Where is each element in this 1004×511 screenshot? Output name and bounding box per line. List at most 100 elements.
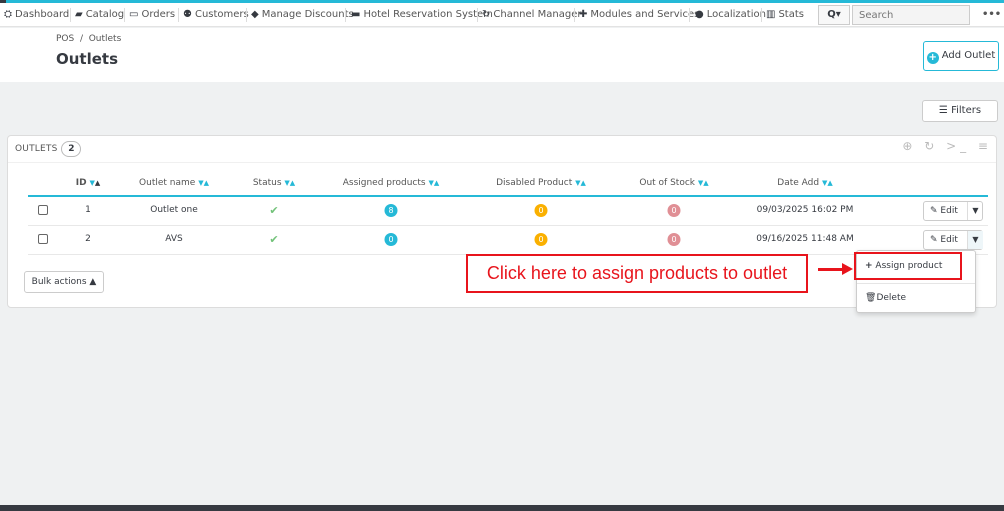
column-label: Assigned products: [342, 178, 426, 188]
top-navigation: ⛭ Dashboard ▰ Catalog ▭ Orders ⚉ Customers ◆…: [0, 3, 1004, 27]
cell-disabled-product: 0: [534, 204, 548, 217]
nav-separator: [70, 8, 71, 22]
row-checkbox[interactable]: [38, 234, 48, 244]
cell-date-add: 09/03/2025 16:02 PM: [756, 205, 854, 215]
cell-id: 2: [85, 234, 91, 244]
search-input[interactable]: [852, 5, 970, 25]
nav-item-stats[interactable]: ▥ Stats: [766, 7, 804, 23]
cell-out-of-stock: 0: [667, 233, 681, 246]
nav-separator: [178, 8, 179, 22]
book-icon: ▰: [75, 9, 83, 20]
table-row: 2 AVS ✔ 0 0 0 09/16/2025 11:48 AM ✎ Edit…: [28, 226, 988, 255]
nav-label: Catalog: [85, 9, 125, 20]
refresh-icon: ↻: [482, 9, 491, 20]
caret-down-icon[interactable]: ▼: [967, 231, 983, 249]
sort-icons[interactable]: ▼▲: [284, 179, 295, 187]
panel-header-divider: [8, 162, 996, 163]
bottom-bar: [0, 505, 1004, 511]
nav-item-modules-and-services[interactable]: ✚ Modules and Services: [579, 7, 699, 23]
nav-label: Orders: [141, 9, 176, 20]
column-header-outlet-name[interactable]: Outlet name ▼▲: [139, 178, 209, 188]
sort-icons[interactable]: ▼▲: [698, 179, 709, 187]
users-icon: ⚉: [183, 9, 192, 20]
panel-title-text: OUTLETS: [15, 144, 58, 154]
bed-icon: ▬: [351, 9, 361, 20]
more-menu-icon[interactable]: •••: [982, 9, 1001, 20]
column-header-date-add[interactable]: Date Add ▼▲: [777, 178, 832, 188]
column-header-disabled-product[interactable]: Disabled Product ▼▲: [496, 178, 586, 188]
column-header-out-of-stock[interactable]: Out of Stock ▼▲: [639, 178, 708, 188]
disabled-count-badge: 0: [534, 233, 548, 246]
bulk-actions-button[interactable]: Bulk actions ▲: [24, 271, 104, 293]
nav-separator: [246, 8, 247, 22]
disabled-count-badge: 0: [534, 204, 548, 217]
tag-icon: ◆: [251, 9, 259, 20]
nav-separator: [124, 8, 125, 22]
delete-menu-item[interactable]: 🗑Delete: [865, 293, 906, 303]
assigned-count-badge: 8: [384, 204, 398, 217]
nav-label: Localization: [706, 9, 766, 20]
nav-label: Customers: [194, 9, 249, 20]
sort-icons[interactable]: ▼▲: [822, 179, 833, 187]
nav-item-manage-discounts[interactable]: ◆ Manage Discounts: [251, 7, 354, 23]
puzzle-icon: ✚: [579, 9, 588, 20]
caret-down-icon[interactable]: ▼: [967, 202, 983, 220]
nav-separator: [761, 8, 762, 22]
edit-text: Edit: [940, 206, 958, 216]
cell-disabled-product: 0: [534, 233, 548, 246]
sliders-icon: ☰: [938, 105, 952, 116]
nav-item-localization[interactable]: ● Localization: [695, 7, 766, 23]
edit-button[interactable]: ✎ Edit ▼: [923, 230, 983, 250]
edit-label: ✎ Edit: [930, 202, 958, 220]
dropdown-divider: [857, 283, 975, 284]
filters-button[interactable]: ☰ Filters: [922, 100, 998, 122]
nav-item-channel-manager[interactable]: ↻ Channel Manager: [482, 7, 581, 23]
column-label: Out of Stock: [639, 178, 695, 188]
globe-icon: ●: [695, 9, 704, 20]
callout-arrow: [818, 268, 844, 271]
column-header-assigned-products[interactable]: Assigned products ▼▲: [343, 178, 440, 188]
out-of-stock-badge: 0: [667, 204, 681, 217]
instruction-callout: Click here to assign products to outlet: [466, 254, 808, 293]
column-label: Status: [252, 178, 282, 188]
pencil-icon: ✎: [930, 235, 938, 245]
sort-icons[interactable]: ▼▲: [428, 179, 439, 187]
breadcrumb: POS / Outlets: [56, 34, 122, 44]
nav-item-customers[interactable]: ⚉ Customers: [183, 7, 249, 23]
column-header-status[interactable]: Status ▼▲: [253, 178, 295, 188]
nav-item-catalog[interactable]: ▰ Catalog: [75, 7, 124, 23]
column-header-id[interactable]: ID ▼▲: [76, 178, 100, 188]
sort-icons[interactable]: ▼▲: [198, 179, 209, 187]
sort-icons[interactable]: ▼▲: [575, 179, 586, 187]
nav-item-dashboard[interactable]: ⛭ Dashboard: [4, 7, 69, 23]
credit-card-icon: ▭: [129, 9, 139, 20]
nav-item-orders[interactable]: ▭ Orders: [129, 7, 175, 23]
nav-item-hotel-reservation-system[interactable]: ▬ Hotel Reservation System: [351, 7, 493, 23]
edit-button[interactable]: ✎ Edit ▼: [923, 201, 983, 221]
nav-label: Stats: [778, 9, 804, 20]
cell-outlet-name: AVS: [165, 234, 183, 244]
row-checkbox[interactable]: [38, 205, 48, 215]
status-check-icon[interactable]: ✔: [269, 204, 278, 217]
filters-label: Filters: [951, 105, 982, 116]
bulk-actions-label: Bulk actions: [31, 277, 87, 287]
edit-label: ✎ Edit: [930, 231, 958, 249]
cell-outlet-name: Outlet one: [150, 205, 198, 215]
add-outlet-button[interactable]: + Add Outlet: [923, 41, 999, 71]
nav-separator: [477, 8, 478, 22]
search-type-button[interactable]: Q▾: [818, 5, 850, 25]
dashboard-icon: ⛭: [4, 9, 12, 20]
edit-text: Edit: [940, 235, 958, 245]
cell-out-of-stock: 0: [667, 204, 681, 217]
nav-separator: [689, 8, 690, 22]
nav-separator: [345, 8, 346, 22]
nav-label: Dashboard: [15, 9, 70, 20]
nav-label: Modules and Services: [590, 9, 700, 20]
nav-label: Channel Manager: [493, 9, 582, 20]
nav-separator: [574, 8, 575, 22]
status-check-icon[interactable]: ✔: [269, 233, 278, 246]
sort-asc-icon[interactable]: ▲: [95, 179, 100, 187]
column-label: Date Add: [777, 178, 820, 188]
delete-label: Delete: [876, 293, 907, 303]
panel-toolbar-icons[interactable]: ⊕ ↻ >_ ≡: [902, 139, 992, 153]
